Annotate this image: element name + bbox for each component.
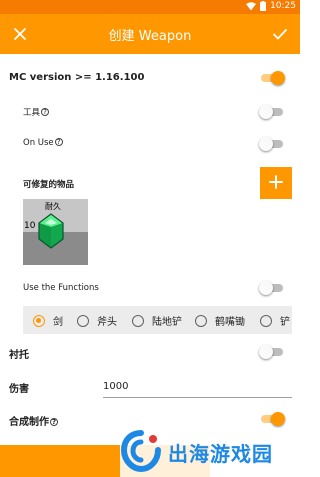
radio-pickaxe[interactable]: 鹤嘴锄 (195, 313, 245, 328)
repair-item-count: 10 (24, 221, 36, 231)
watermark-logo-icon (120, 429, 162, 476)
use-functions-label: Use the Functions (23, 283, 99, 293)
use-functions-switch[interactable] (259, 281, 285, 295)
help-icon[interactable]: ? (54, 138, 63, 146)
radio-unchecked-icon (77, 314, 89, 327)
radio-unchecked-icon (132, 314, 144, 327)
radio-unchecked-icon (260, 314, 272, 327)
radio-shovel[interactable]: 陆地铲 (132, 313, 182, 328)
status-bar: 10:25 (0, 0, 300, 14)
page-title: 创建 Weapon (108, 28, 192, 44)
battery-icon (260, 1, 267, 11)
emerald-icon (38, 213, 64, 249)
weapon-type-radio-group: 剑 斧头 陆地铲 鹤嘴锄 铲 (23, 306, 292, 334)
help-icon[interactable]: ? (41, 108, 50, 116)
confirm-button[interactable] (268, 22, 292, 46)
tool-switch[interactable] (259, 105, 285, 119)
radio-spade[interactable]: 铲 (260, 313, 290, 328)
plus-icon (269, 174, 283, 193)
radio-checked-icon (33, 314, 45, 327)
mc-version-label: MC version >= 1.16.100 (9, 72, 145, 83)
add-repair-item-button[interactable] (260, 167, 292, 199)
damage-input[interactable] (103, 374, 292, 398)
on-use-switch[interactable] (259, 137, 285, 151)
tool-label: 工具? (23, 106, 50, 118)
repair-item-name: 耐久 (45, 202, 61, 211)
offhand-label: 衬托 (9, 350, 29, 361)
radio-axe[interactable]: 斧头 (77, 313, 117, 328)
wifi-icon (246, 1, 257, 11)
repairable-items-label: 可修复的物品 (23, 180, 75, 190)
radio-sword[interactable]: 剑 (33, 313, 63, 328)
status-time: 10:25 (270, 1, 296, 11)
crafting-switch[interactable] (259, 412, 285, 426)
damage-label: 伤害 (9, 384, 29, 395)
app-bar: 创建 Weapon (0, 14, 300, 54)
watermark-text: 出海游戏园 (168, 442, 273, 466)
on-use-label: On Use? (23, 138, 63, 148)
mc-version-switch[interactable] (259, 71, 285, 85)
radio-unchecked-icon (195, 314, 207, 327)
crafting-label: 合成制作? (9, 417, 58, 428)
watermark: 出海游戏园 (120, 428, 300, 477)
check-icon (273, 25, 287, 44)
help-icon[interactable]: ? (50, 418, 58, 426)
offhand-switch[interactable] (259, 345, 285, 359)
